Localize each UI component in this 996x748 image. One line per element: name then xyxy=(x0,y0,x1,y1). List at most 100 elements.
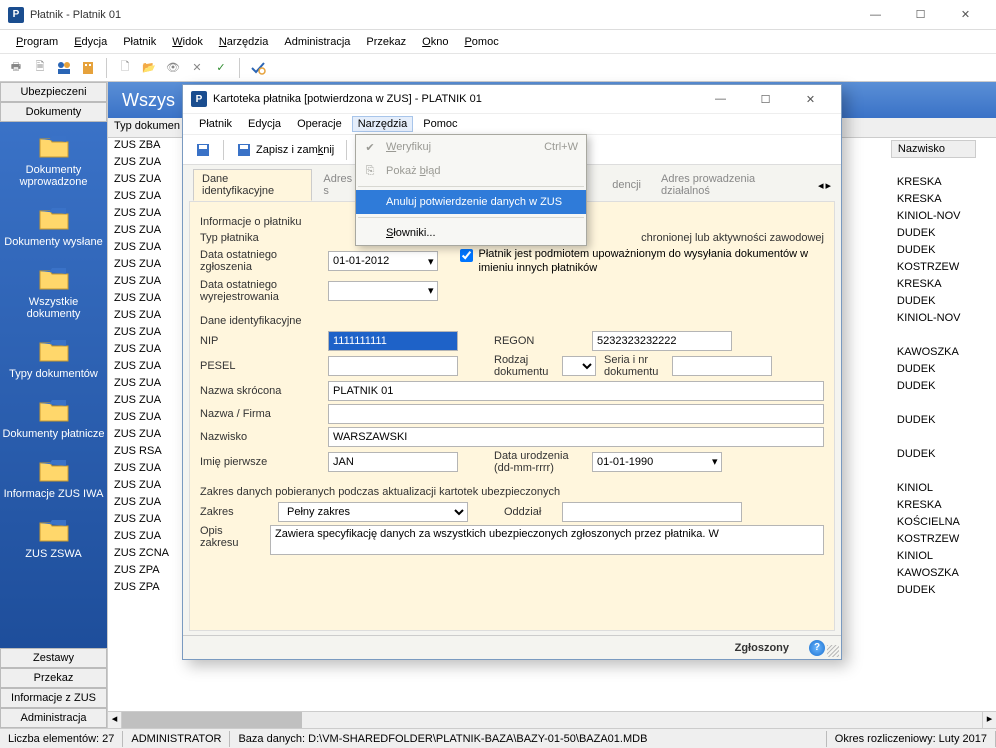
nazwisko-input[interactable] xyxy=(328,427,824,447)
zakres-label: Zakres xyxy=(200,506,270,518)
col-typ[interactable]: Typ dokumen xyxy=(108,118,188,137)
opis-zakresu-label: Opis zakresu xyxy=(200,525,262,549)
sidebar-item-3[interactable]: Typy dokumentów xyxy=(0,330,107,390)
dd-slowniki[interactable]: Słowniki... xyxy=(356,221,586,245)
menu-widok[interactable]: Widok xyxy=(166,34,209,50)
menu-pomoc[interactable]: Pomoc xyxy=(458,34,504,50)
pesel-input[interactable] xyxy=(328,356,458,376)
people-icon[interactable] xyxy=(54,58,74,78)
menu-przekaz[interactable]: Przekaz xyxy=(360,34,412,50)
dialog-status-text: Zgłoszony xyxy=(735,642,789,654)
sidebar-item-0[interactable]: Dokumenty wprowadzone xyxy=(0,126,107,198)
regon-input[interactable] xyxy=(592,331,732,351)
sidebar-item-4[interactable]: Dokumenty płatnicze xyxy=(0,390,107,450)
resize-grip[interactable] xyxy=(827,645,839,657)
open-icon[interactable]: 📂 xyxy=(139,58,159,78)
sidebar-item-1[interactable]: Dokumenty wysłane xyxy=(0,198,107,258)
dialog-minimize-button[interactable]: — xyxy=(698,85,743,113)
seria-label: Seria i nr dokumentu xyxy=(604,354,664,378)
sidebar-item-5[interactable]: Informacje ZUS IWA xyxy=(0,450,107,510)
tab-dane-identyfikacyjne[interactable]: Dane identyfikacyjne xyxy=(193,169,312,201)
sidebar: Ubezpieczeni Dokumenty Dokumenty wprowad… xyxy=(0,82,108,728)
sidebar-tab-zestawy[interactable]: Zestawy xyxy=(0,648,107,668)
section-zakres: Zakres danych pobieranych podczas aktual… xyxy=(200,486,824,498)
menu-edycja[interactable]: Edycja xyxy=(68,34,113,50)
sidebar-tab-ubezpieczeni[interactable]: Ubezpieczeni xyxy=(0,82,107,102)
data-wyrejestrowania-label: Data ostatniego wyrejestrowania xyxy=(200,279,320,303)
menu-okno[interactable]: Okno xyxy=(416,34,454,50)
app-icon: P xyxy=(8,7,24,23)
menu-administracja[interactable]: Administracja xyxy=(278,34,356,50)
zakres-select[interactable]: Pełny zakres xyxy=(278,502,468,522)
opis-zakresu-textarea[interactable]: Zawiera specyfikację danych za wszystkic… xyxy=(270,525,824,555)
dialog-titlebar: P Kartoteka płatnika [potwierdzona w ZUS… xyxy=(183,85,841,113)
dialog-menu-edycja[interactable]: Edycja xyxy=(242,116,287,132)
print-icon[interactable]: 🖶 xyxy=(6,58,26,78)
oddzial-input[interactable] xyxy=(562,502,742,522)
sidebar-item-2[interactable]: Wszystkie dokumenty xyxy=(0,258,107,330)
imie-input[interactable] xyxy=(328,452,458,472)
print-preview-icon[interactable]: 🗎 xyxy=(30,58,50,78)
dialog-maximize-button[interactable]: ☐ xyxy=(743,85,788,113)
col-nazwisko[interactable]: Nazwisko xyxy=(891,140,976,158)
close-button[interactable]: ✕ xyxy=(943,1,988,29)
nazwisko-cell: KRESKA xyxy=(891,277,976,294)
menu-platnik[interactable]: Płatnik xyxy=(117,34,162,50)
dialog-menu-pomoc[interactable]: Pomoc xyxy=(417,116,463,132)
rodzaj-dokumentu-select[interactable] xyxy=(562,356,596,376)
folder-icon xyxy=(36,204,72,232)
dialog-menubar: Płatnik Edycja Operacje Narzędzia Pomoc xyxy=(183,113,841,135)
save-and-close-label: Zapisz i zamknij xyxy=(256,144,334,156)
pesel-label: PESEL xyxy=(200,360,320,372)
tab-dencji[interactable]: dencji xyxy=(603,175,650,195)
rodzaj-dokumentu-label: Rodzaj dokumentu xyxy=(494,354,554,378)
save-and-close-button[interactable]: Zapisz i zamknij xyxy=(230,140,340,160)
maximize-button[interactable]: ☐ xyxy=(898,1,943,29)
nip-input[interactable] xyxy=(328,331,458,351)
sidebar-tab-dokumenty[interactable]: Dokumenty xyxy=(0,102,107,122)
nazwa-firma-input[interactable] xyxy=(328,404,824,424)
status-user: ADMINISTRATOR xyxy=(123,731,230,747)
dialog-menu-narzedzia[interactable]: Narzędzia xyxy=(352,116,414,132)
dd-separator-1 xyxy=(358,186,584,187)
dialog-body: Informacje o płatniku Typ płatnika chron… xyxy=(189,201,835,631)
nazwisko-cell: DUDEK xyxy=(891,226,976,243)
horizontal-scrollbar[interactable]: ◂ ▸ xyxy=(108,711,996,728)
check-icon[interactable]: ✓ xyxy=(211,58,231,78)
menu-program[interactable]: Program xyxy=(10,34,64,50)
dd-anuluj-potwierdzenie[interactable]: Anuluj potwierdzenie danych w ZUS xyxy=(356,190,586,214)
nazwa-skrocona-input[interactable] xyxy=(328,381,824,401)
sidebar-tab-administracja[interactable]: Administracja xyxy=(0,708,107,728)
dialog-menu-platnik[interactable]: Płatnik xyxy=(193,116,238,132)
regon-label: REGON xyxy=(494,335,584,347)
help-icon[interactable]: ? xyxy=(809,640,825,656)
seria-input[interactable] xyxy=(672,356,772,376)
nazwisko-cell xyxy=(891,158,976,175)
menu-narzedzia[interactable]: Narzędzia xyxy=(213,34,275,50)
dialog-menu-operacje[interactable]: Operacje xyxy=(291,116,348,132)
delete-icon[interactable]: ✕ xyxy=(187,58,207,78)
sidebar-tab-informacje[interactable]: Informacje z ZUS xyxy=(0,688,107,708)
sidebar-tab-przekaz[interactable]: Przekaz xyxy=(0,668,107,688)
sidebar-item-6[interactable]: ZUS ZSWA xyxy=(0,510,107,570)
nazwisko-cell: DUDEK xyxy=(891,379,976,396)
nazwisko-cell: DUDEK xyxy=(891,243,976,260)
view-icon[interactable]: 👁 xyxy=(163,58,183,78)
tab-adres-prowadzenia[interactable]: Adres prowadzenia działalnoś xyxy=(652,169,816,201)
tab-scroll-arrows[interactable]: ◂▸ xyxy=(818,179,831,192)
data-wyrejestrowania-input[interactable] xyxy=(328,281,438,301)
data-urodzenia-input[interactable] xyxy=(592,452,722,472)
minimize-button[interactable]: — xyxy=(853,1,898,29)
nazwisko-cell: KINIOL xyxy=(891,481,976,498)
dd-anuluj-label: Anuluj potwierdzenie danych w ZUS xyxy=(386,196,562,208)
dialog-close-button[interactable]: ✕ xyxy=(788,85,833,113)
building-icon[interactable] xyxy=(78,58,98,78)
nazwisko-cell: KRESKA xyxy=(891,192,976,209)
nazwisko-cell xyxy=(891,396,976,413)
data-zgloszenia-input[interactable] xyxy=(328,251,438,271)
upowazniony-checkbox[interactable] xyxy=(460,249,473,262)
typ-platnika-label: Typ płatnika xyxy=(200,232,320,244)
new-doc-icon[interactable]: 🗋 xyxy=(115,58,135,78)
verify-icon[interactable] xyxy=(248,58,268,78)
save-icon-button[interactable] xyxy=(189,140,217,160)
